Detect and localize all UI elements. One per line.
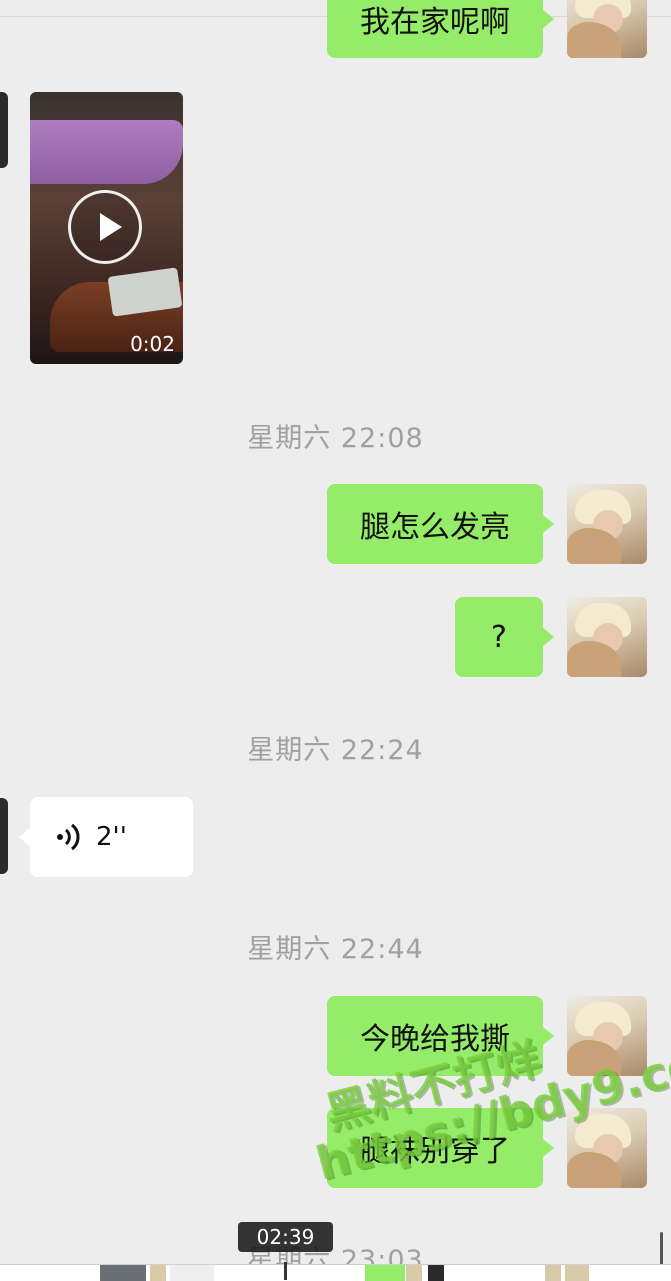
contact-avatar[interactable] <box>0 92 8 168</box>
contact-avatar[interactable] <box>0 798 8 874</box>
voice-duration: 2'' <box>96 822 127 852</box>
scrollbar[interactable] <box>660 1232 663 1266</box>
voice-message-bubble[interactable]: 2'' <box>19 797 193 877</box>
filmstrip-thumbnail[interactable] <box>428 1265 444 1281</box>
outgoing-message-bubble[interactable]: 腿怎么发亮 <box>327 484 554 564</box>
message-text: 我在家呢啊 <box>360 5 510 40</box>
filmstrip-thumbnail[interactable] <box>150 1265 166 1281</box>
message-text: ? <box>491 619 507 655</box>
filmstrip-thumbnail[interactable] <box>545 1265 561 1281</box>
video-message[interactable]: 0:02 <box>30 92 183 364</box>
filmstrip-thumbnail[interactable] <box>406 1265 422 1281</box>
filmstrip-thumbnail[interactable] <box>100 1265 146 1281</box>
timestamp: 星期六 22:08 <box>247 423 424 454</box>
play-icon[interactable] <box>68 190 142 264</box>
timestamp: 星期六 22:24 <box>247 735 424 766</box>
my-avatar[interactable] <box>567 597 647 677</box>
filmstrip-thumbnail[interactable] <box>170 1265 214 1281</box>
timestamp: 星期六 22:44 <box>247 934 424 965</box>
my-avatar[interactable] <box>567 484 647 564</box>
video-duration: 0:02 <box>130 332 175 356</box>
video-filmstrip[interactable] <box>0 1264 671 1281</box>
message-text: 腿怎么发亮 <box>360 510 510 545</box>
playhead-handle[interactable] <box>284 1262 287 1280</box>
filmstrip-thumbnail[interactable] <box>565 1265 589 1281</box>
my-avatar[interactable] <box>567 0 647 58</box>
outgoing-message-bubble[interactable]: ? <box>455 597 554 677</box>
voice-wave-icon <box>56 822 84 852</box>
filmstrip-thumbnail[interactable] <box>365 1265 405 1281</box>
playback-time: 02:39 <box>238 1222 333 1252</box>
outgoing-message-bubble[interactable]: 我在家呢啊 <box>327 0 554 58</box>
